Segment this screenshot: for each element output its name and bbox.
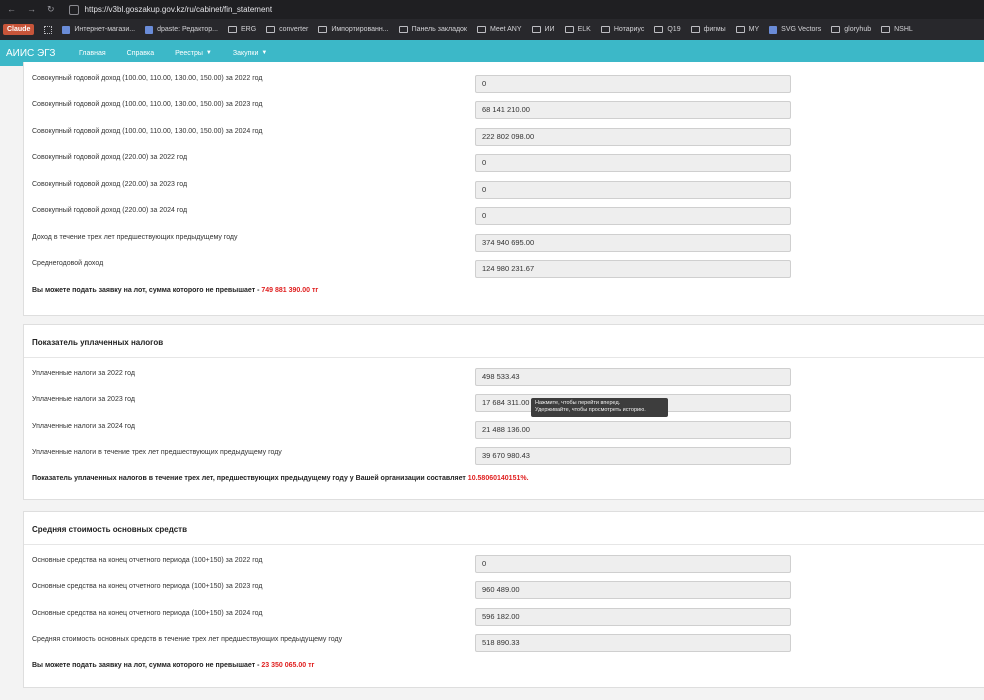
asset-input-2024[interactable]: 596 182.00: [475, 608, 791, 626]
apps-grid-icon[interactable]: [44, 25, 53, 34]
income-input-2024-b[interactable]: 0: [475, 207, 791, 225]
tax-label-2024: Уплаченные налоги за 2024 год: [32, 423, 135, 430]
bookmark-folder[interactable]: Импортированн...: [318, 26, 389, 33]
assets-limit-note: Вы можете подать заявку на лот, сумма ко…: [32, 662, 315, 669]
browser-nav: ← → ↻: [0, 4, 55, 15]
folder-icon: [477, 26, 486, 33]
folder-icon: [531, 26, 541, 33]
bookmark-folder[interactable]: Нотариус: [600, 26, 644, 33]
bookmark-folder[interactable]: gloryhub: [831, 26, 871, 33]
bookmark-item[interactable]: SVG Vectors: [769, 25, 821, 34]
asset-label-2024: Основные средства на конец отчетного пер…: [32, 610, 263, 617]
tax-input-2022[interactable]: 498 533.43: [475, 368, 791, 386]
income-label-2022-b: Совокупный годовой доход (220.00) за 202…: [32, 154, 188, 161]
asset-label-2023: Основные средства на конец отчетного пер…: [32, 583, 263, 590]
income-label-2024-b: Совокупный годовой доход (220.00) за 202…: [32, 207, 188, 214]
folder-icon: [735, 26, 745, 33]
tax-indicator-note: Показатель уплаченных налогов в течение …: [32, 475, 529, 482]
income-label-2022-a: Совокупный годовой доход (100.00, 110.00…: [32, 75, 263, 82]
income-label-2023-b: Совокупный годовой доход (220.00) за 202…: [32, 181, 188, 188]
app-brand[interactable]: АИИС ЭГЗ: [0, 48, 66, 59]
folder-icon: [690, 26, 700, 33]
bookmark-folder[interactable]: NSHL: [881, 26, 913, 33]
income-limit-note: Вы можете подать заявку на лот, сумма ко…: [32, 287, 319, 294]
bookmark-folder[interactable]: Q19: [654, 26, 681, 33]
bookmarks-bar: Claude Интернет-магази... dpaste: Редакт…: [0, 19, 984, 40]
divider: [24, 544, 984, 545]
income-input-2023-b[interactable]: 0: [475, 181, 791, 199]
income-input-three-years[interactable]: 374 940 695.00: [475, 234, 791, 252]
income-limit-value: 749 881 390.00 тг: [261, 287, 319, 294]
favicon-icon: [62, 25, 71, 34]
bookmark-claude[interactable]: Claude: [3, 24, 35, 35]
tax-indicator-value: 10.58060140151%.: [467, 475, 529, 482]
tax-label-three-years: Уплаченные налоги в течение трех лет пре…: [32, 449, 282, 456]
folder-icon: [600, 26, 610, 33]
bookmark-folder[interactable]: ИИ: [531, 26, 555, 33]
bookmark-folder[interactable]: Панель закладок: [398, 26, 467, 33]
nav-help[interactable]: Справка: [119, 50, 162, 57]
assets-title: Средняя стоимость основных средств: [32, 525, 187, 534]
forward-button-tooltip: Нажмите, чтобы перейти вперед. Удерживай…: [531, 398, 668, 417]
bookmark-folder[interactable]: фигмы: [690, 26, 726, 33]
income-label-average: Среднегодовой доход: [32, 260, 104, 267]
back-arrow-icon[interactable]: ←: [7, 4, 16, 15]
bookmark-folder[interactable]: ELK: [564, 26, 591, 33]
bookmark-folder[interactable]: MY: [735, 26, 759, 33]
nav-registries[interactable]: Реестры ▼: [167, 50, 220, 57]
bookmark-folder[interactable]: ERG: [227, 26, 256, 33]
income-label-2024-a: Совокупный годовой доход (100.00, 110.00…: [32, 128, 263, 135]
asset-input-average[interactable]: 518 890.33: [475, 634, 791, 652]
browser-address-bar: ← → ↻ https://v3bl.goszakup.gov.kz/ru/ca…: [0, 0, 984, 19]
tax-label-2023: Уплаченные налоги за 2023 год: [32, 396, 135, 403]
forward-arrow-icon[interactable]: →: [27, 4, 36, 15]
asset-label-2022: Основные средства на конец отчетного пер…: [32, 557, 263, 564]
bookmark-folder[interactable]: Meet ANY: [477, 26, 522, 33]
income-input-2024-a[interactable]: 222 802 098.00: [475, 128, 791, 146]
divider: [24, 357, 984, 358]
asset-input-2022[interactable]: 0: [475, 555, 791, 573]
income-input-average[interactable]: 124 980 231.67: [475, 260, 791, 278]
folder-icon: [564, 26, 574, 33]
tax-label-2022: Уплаченные налоги за 2022 год: [32, 370, 135, 377]
tax-input-three-years[interactable]: 39 670 980.43: [475, 447, 791, 465]
assets-panel: Средняя стоимость основных средств Основ…: [23, 511, 984, 688]
income-input-2022-b[interactable]: 0: [475, 154, 791, 172]
folder-icon: [266, 26, 276, 33]
caret-down-icon: ▼: [205, 50, 212, 56]
asset-input-2023[interactable]: 960 489.00: [475, 581, 791, 599]
folder-icon: [654, 26, 664, 33]
folder-icon: [398, 26, 408, 33]
assets-limit-value: 23 350 065.00 тг: [261, 662, 315, 669]
bookmark-item[interactable]: dpaste: Редактор...: [145, 25, 218, 34]
folder-icon: [831, 26, 841, 33]
income-label-three-years: Доход в течение трех лет предшествующих …: [32, 234, 238, 241]
bookmark-item[interactable]: Интернет-магази...: [62, 25, 135, 34]
favicon-icon: [769, 25, 778, 34]
taxes-panel: Показатель уплаченных налогов Уплаченные…: [23, 324, 984, 500]
tax-input-2024[interactable]: 21 488 136.00: [475, 421, 791, 439]
folder-icon: [881, 26, 891, 33]
url-field[interactable]: https://v3bl.goszakup.gov.kz/ru/cabinet/…: [85, 5, 273, 14]
folder-icon: [318, 26, 328, 33]
caret-down-icon: ▼: [261, 50, 268, 56]
bookmark-folder[interactable]: converter: [266, 26, 308, 33]
favicon-icon: [145, 25, 154, 34]
asset-label-average: Средняя стоимость основных средств в теч…: [32, 636, 343, 643]
site-settings-icon[interactable]: [68, 4, 79, 15]
income-panel: Совокупный годовой доход (100.00, 110.00…: [23, 62, 984, 316]
reload-icon[interactable]: ↻: [47, 4, 55, 15]
income-input-2022-a[interactable]: 0: [475, 75, 791, 93]
nav-home[interactable]: Главная: [71, 50, 114, 57]
income-input-2023-a[interactable]: 68 141 210.00: [475, 101, 791, 119]
taxes-title: Показатель уплаченных налогов: [32, 338, 164, 347]
nav-purchases[interactable]: Закупки ▼: [225, 50, 275, 57]
income-label-2023-a: Совокупный годовой доход (100.00, 110.00…: [32, 101, 263, 108]
folder-icon: [227, 26, 237, 33]
